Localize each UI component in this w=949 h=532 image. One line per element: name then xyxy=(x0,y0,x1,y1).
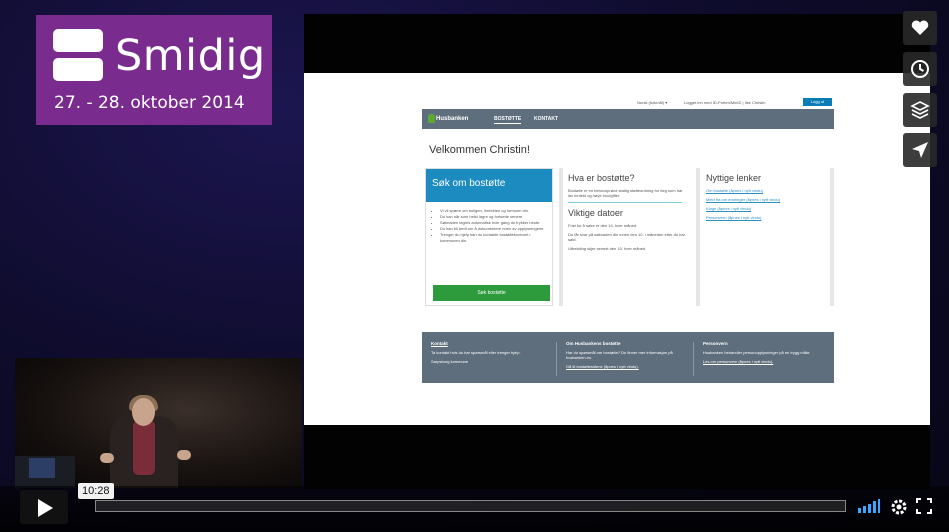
site-nav: Husbanken BOSTØTTE KONTAKT xyxy=(422,109,834,129)
welcome-heading: Velkommen Christin! xyxy=(429,144,530,156)
time-tooltip: 10:28 xyxy=(78,483,114,499)
dates-title: Viktige datoer xyxy=(568,208,623,218)
heart-icon xyxy=(911,20,929,35)
date-item: Du får svar på søknaden din innen den 10… xyxy=(568,232,685,242)
site-footer: Kontakt Ta kontakt hvis du har spørsmål … xyxy=(422,332,834,383)
logout-button: Logg ut xyxy=(803,98,832,106)
link-item: Personvern (åpnes i nytt vindu) xyxy=(706,215,762,220)
info-title: Hva er bostøtte? xyxy=(568,173,635,183)
watch-later-button[interactable] xyxy=(903,52,937,86)
progress-bar[interactable] xyxy=(95,500,846,512)
site-brand: Husbanken xyxy=(436,116,469,122)
settings-icon[interactable] xyxy=(890,498,908,516)
footer-privacy: Personvern Husbanken behandler personopp… xyxy=(703,341,811,364)
collections-button[interactable] xyxy=(903,93,937,127)
apply-button: Søk bostøtte xyxy=(433,285,550,301)
volume-icon[interactable] xyxy=(857,498,881,514)
tab-bostotte: BOSTØTTE xyxy=(494,116,522,124)
smidig-mark-icon xyxy=(53,29,103,81)
video-player[interactable]: Smidig 27. - 28. oktober 2014 Norsk (bok… xyxy=(0,0,949,532)
layers-icon xyxy=(910,101,930,119)
speaker-video xyxy=(15,358,302,488)
footer-about: Om Husbankens bostøtte Har du spørsmål o… xyxy=(566,341,673,369)
play-icon xyxy=(38,499,53,517)
info-panel: Hva er bostøtte? Bostøtte er en behovspr… xyxy=(559,168,690,306)
smidig-logo: Smidig 27. - 28. oktober 2014 xyxy=(36,15,272,125)
link-item: Om bostøtte (åpnes i nytt vindu) xyxy=(706,188,763,193)
husbanken-page: Norsk (bokmål) ▾ Logget inn med ID-Porte… xyxy=(422,97,834,383)
link-item: Klage (åpnes i nytt vindu) xyxy=(706,206,752,211)
like-button[interactable] xyxy=(903,11,937,45)
language-select: Norsk (bokmål) ▾ xyxy=(637,100,668,105)
footer-contact: Kontakt Ta kontakt hvis du har spørsmål … xyxy=(431,341,521,364)
share-button[interactable] xyxy=(903,133,937,167)
tab-kontakt: KONTAKT xyxy=(534,116,559,122)
logo-brand: Smidig xyxy=(115,31,266,81)
date-item: Frist for å søke er den 14. hver måned. xyxy=(568,223,638,228)
slide: Norsk (bokmål) ▾ Logget inn med ID-Porte… xyxy=(304,73,930,425)
apply-list: Vi vil spørre om boligen, inntekten og f… xyxy=(426,202,552,244)
logo-dates: 27. - 28. oktober 2014 xyxy=(54,93,245,113)
apply-title: Søk om bostøtte xyxy=(426,169,552,202)
play-button[interactable] xyxy=(20,490,68,524)
fullscreen-icon[interactable] xyxy=(916,498,932,514)
husbanken-logo-icon xyxy=(428,114,435,123)
info-text: Bostøtte er en behovsprøvd statlig støtt… xyxy=(568,188,683,198)
links-panel: Nyttige lenker Om bostøtte (åpnes i nytt… xyxy=(696,168,834,306)
links-title: Nyttige lenker xyxy=(706,173,762,183)
top-bar: Norsk (bokmål) ▾ Logget inn med ID-Porte… xyxy=(422,97,834,109)
apply-panel: Søk om bostøtte Vi vil spørre om boligen… xyxy=(425,168,553,306)
login-status: Logget inn med ID-Porten/MinID | Ilse Ch… xyxy=(684,100,766,105)
send-icon xyxy=(912,142,928,158)
clock-icon xyxy=(911,60,929,78)
link-item: Meld fra om endringer (åpnes i nytt vind… xyxy=(706,197,781,202)
list-item: Trenger du hjelp kan du kontakte bostøtt… xyxy=(440,232,548,244)
date-item: Utbetaling skjer senest den 10. hver mån… xyxy=(568,246,647,251)
